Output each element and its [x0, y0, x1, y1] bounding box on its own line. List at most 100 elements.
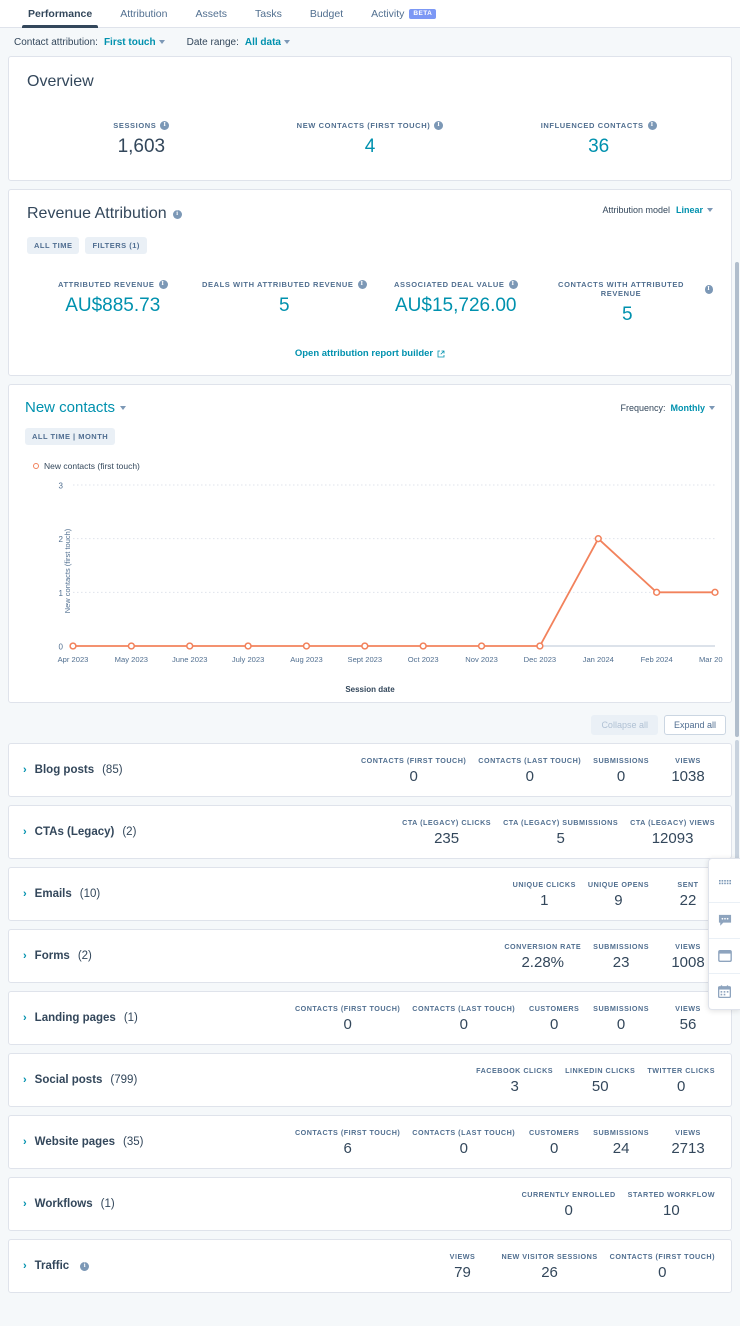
chevron-right-icon[interactable]: ›	[23, 764, 27, 776]
pill-all-time[interactable]: ALL TIME	[27, 237, 80, 254]
open-attribution-report-builder-link[interactable]: Open attribution report builder	[27, 348, 713, 359]
table-row[interactable]: › CTAs (Legacy) (2) CTA (LEGACY) CLICKS 235…	[8, 805, 732, 859]
chevron-right-icon[interactable]: ›	[23, 1074, 27, 1086]
info-icon[interactable]: i	[172, 209, 182, 219]
chevron-right-icon[interactable]: ›	[23, 826, 27, 838]
pill-filters[interactable]: FILTERS (1)	[85, 237, 147, 254]
table-row[interactable]: › Traffic i VIEWS 79 NEW VISITOR SESSIONS 26 CO…	[8, 1239, 732, 1293]
collapse-all-button[interactable]: Collapse all	[591, 715, 658, 735]
window-icon[interactable]	[709, 939, 740, 974]
asset-metric-value: 10	[662, 1201, 680, 1219]
asset-metric-label: CONTACTS (FIRST TOUCH)	[294, 1003, 401, 1013]
chart-data-point[interactable]	[594, 535, 602, 543]
chart-data-point[interactable]	[419, 642, 427, 650]
table-row[interactable]: › Blog posts (85) CONTACTS (FIRST TOUCH) 0 C…	[8, 743, 732, 797]
chart-data-point[interactable]	[711, 588, 719, 596]
chart-data-point[interactable]	[69, 642, 77, 650]
table-row[interactable]: › Social posts (799) FACEBOOK CLICKS 3 LINKE…	[8, 1053, 732, 1107]
asset-row-name-landing-pages[interactable]: › Landing pages (1)	[23, 1012, 138, 1024]
tab-performance[interactable]: Performance	[14, 8, 106, 28]
table-row[interactable]: › Workflows (1) CURRENTLY ENROLLED 0 STARTED…	[8, 1177, 732, 1231]
asset-row-label: Forms	[34, 950, 70, 962]
tab-tasks[interactable]: Tasks	[241, 8, 296, 27]
frequency-dropdown[interactable]: Monthly	[670, 402, 715, 413]
chart-data-point[interactable]	[652, 588, 661, 596]
asset-metric-label: UNIQUE OPENS	[587, 879, 649, 889]
frequency-value: Monthly	[670, 402, 706, 413]
asset-row-label: Traffic	[34, 1260, 70, 1272]
asset-metric: CONTACTS (LAST TOUCH) 0	[406, 1004, 521, 1033]
info-icon[interactable]: i	[508, 280, 518, 289]
chevron-right-icon[interactable]: ›	[23, 1198, 27, 1210]
contact-attribution-dropdown[interactable]: First touch	[104, 37, 165, 48]
chevron-right-icon[interactable]: ›	[23, 1136, 27, 1148]
asset-row-metrics: CONVERSION RATE 2.28% SUBMISSIONS 23 VIEWS 10…	[498, 942, 721, 971]
expand-all-button[interactable]: Expand all	[663, 715, 726, 735]
asset-row-name-ctas-legacy[interactable]: › CTAs (Legacy) (2)	[23, 826, 136, 838]
chart-data-point[interactable]	[302, 642, 311, 650]
attribution-model-dropdown[interactable]: Linear	[676, 205, 713, 215]
tab-activity[interactable]: Activity BETA	[357, 8, 450, 27]
asset-row-label: Blog posts	[34, 764, 95, 776]
asset-metric-value: 26	[541, 1263, 558, 1281]
chart-x-tick-label: Feb 2024	[641, 655, 673, 664]
asset-metric-value: 1	[540, 891, 549, 909]
asset-row-name-website-pages[interactable]: › Website pages (35)	[23, 1136, 143, 1148]
asset-metric: TWITTER CLICKS 0	[641, 1066, 721, 1095]
chevron-right-icon[interactable]: ›	[23, 1012, 27, 1024]
chart-data-point[interactable]	[186, 642, 194, 650]
info-icon[interactable]: i	[704, 284, 713, 294]
info-icon[interactable]: i	[158, 280, 168, 289]
metric-assoc-deal-value: AU$15,726.00	[395, 295, 517, 316]
asset-row-name-social-posts[interactable]: › Social posts (799)	[23, 1074, 137, 1086]
chevron-right-icon[interactable]: ›	[23, 950, 27, 962]
metric-influenced-contacts: INFLUENCED CONTACTS i 36	[484, 121, 713, 158]
chart-x-tick-label: Mar 2024	[699, 655, 723, 664]
asset-row-name-forms[interactable]: › Forms (2)	[23, 950, 92, 962]
chart-x-tick-label: July 2023	[232, 655, 265, 664]
tab-budget[interactable]: Budget	[296, 8, 357, 27]
date-range-dropdown[interactable]: All data	[245, 37, 290, 48]
chart-data-point[interactable]	[244, 642, 252, 650]
table-row[interactable]: › Landing pages (1) CONTACTS (FIRST TOUCH)…	[8, 991, 732, 1045]
info-icon[interactable]: i	[647, 121, 657, 130]
tab-assets[interactable]: Assets	[181, 8, 241, 27]
table-row[interactable]: › Website pages (35) CONTACTS (FIRST TOUCH…	[8, 1115, 732, 1169]
asset-metric-value: 3	[510, 1077, 519, 1095]
chart-x-axis-label: Session date	[345, 685, 395, 694]
chart-data-point[interactable]	[361, 642, 369, 650]
metric-assoc-deal-label: ASSOCIATED DEAL VALUE	[393, 280, 505, 289]
chart-data-point[interactable]	[477, 642, 486, 650]
info-icon[interactable]: i	[160, 121, 170, 130]
info-icon[interactable]: i	[357, 280, 367, 289]
vertical-scrollbar-thumb[interactable]	[735, 262, 739, 737]
asset-metric: SUBMISSIONS 0	[587, 1004, 655, 1033]
chevron-down-icon	[709, 405, 715, 410]
info-icon[interactable]: i	[434, 121, 444, 130]
asset-row-name-traffic[interactable]: › Traffic i	[23, 1260, 90, 1272]
drag-handle-icon[interactable]	[709, 867, 740, 902]
new-contacts-chart-card: New contacts Frequency: Monthly ALL TIME…	[8, 384, 732, 703]
asset-metric: CONTACTS (FIRST TOUCH) 0	[289, 1004, 406, 1033]
tab-attribution[interactable]: Attribution	[106, 8, 181, 27]
attribution-model-control: Attribution model Linear	[602, 205, 713, 215]
tab-attribution-label: Attribution	[120, 8, 168, 20]
chevron-right-icon[interactable]: ›	[23, 888, 27, 900]
table-row[interactable]: › Emails (10) UNIQUE CLICKS 1 UNIQUE OPENS 9 S…	[8, 867, 732, 921]
new-contacts-dropdown[interactable]: New contacts	[25, 399, 127, 416]
chart-data-point[interactable]	[536, 642, 544, 650]
chat-bubble-icon[interactable]	[709, 903, 740, 938]
metric-associated-deal-value: ASSOCIATED DEAL VALUE i AU$15,726.00	[370, 280, 542, 326]
asset-metric: CONTACTS (FIRST TOUCH) 6	[289, 1128, 406, 1157]
chevron-right-icon[interactable]: ›	[23, 1260, 27, 1272]
chart-data-point[interactable]	[127, 642, 136, 650]
info-icon[interactable]: i	[80, 1261, 90, 1271]
asset-row-name-blog-posts[interactable]: › Blog posts (85)	[23, 764, 123, 776]
calendar-icon[interactable]	[709, 974, 740, 1009]
asset-row-name-workflows[interactable]: › Workflows (1)	[23, 1198, 115, 1210]
asset-metric-label: UNIQUE CLICKS	[512, 879, 576, 889]
metric-sessions-label: SESSIONS	[113, 121, 157, 130]
asset-row-name-emails[interactable]: › Emails (10)	[23, 888, 100, 900]
pill-all-time-month[interactable]: ALL TIME | MONTH	[25, 428, 116, 445]
table-row[interactable]: › Forms (2) CONVERSION RATE 2.28% SUBMISSION…	[8, 929, 732, 983]
